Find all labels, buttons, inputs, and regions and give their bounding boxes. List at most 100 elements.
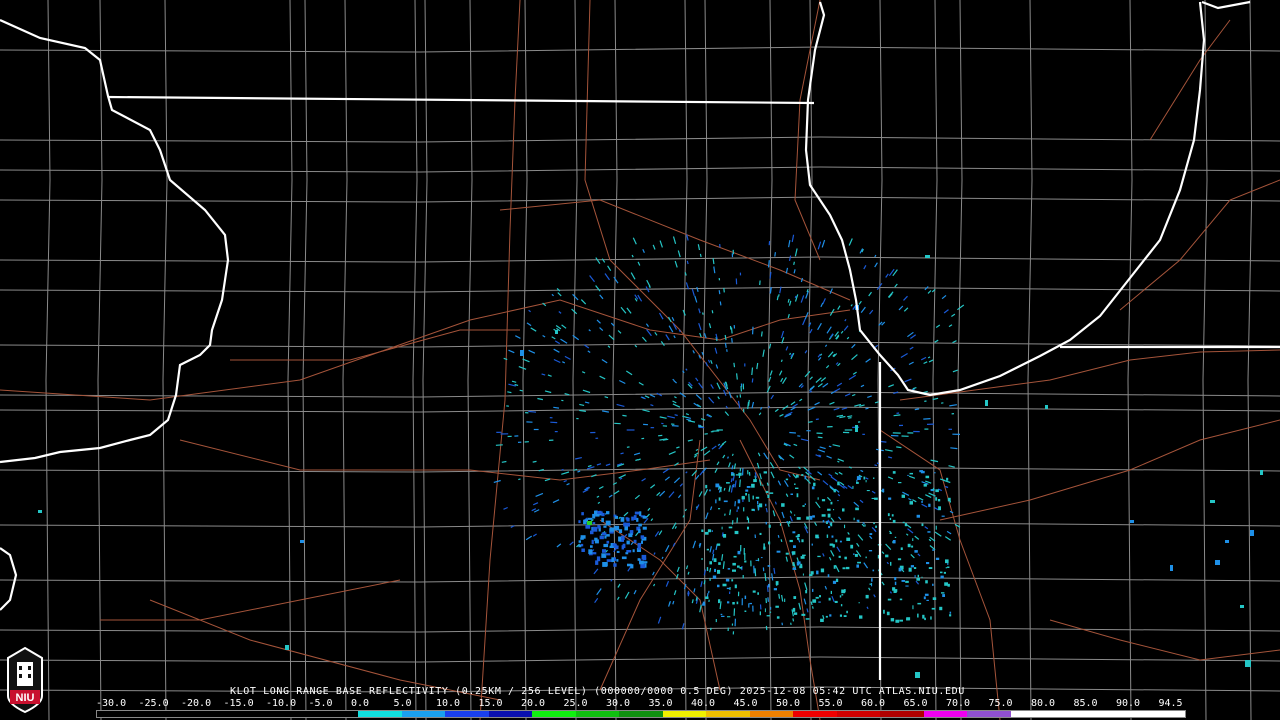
echo-pixel <box>776 582 778 586</box>
echo-pixel <box>713 558 717 562</box>
scale-label: 70.0 <box>946 698 971 709</box>
echo-pixel <box>637 544 641 550</box>
echo-pixel <box>588 549 593 554</box>
echo-pixel <box>618 529 623 533</box>
echo-pixel <box>733 362 736 368</box>
echo-pixel <box>731 520 734 525</box>
echo-pixel <box>784 598 786 602</box>
scale-label: 50.0 <box>776 698 801 709</box>
echo-pixel <box>605 520 611 526</box>
echo-pixel <box>821 499 826 502</box>
echo-pixel <box>855 425 858 432</box>
echo-pixel <box>815 418 819 421</box>
echo-pixel <box>729 509 732 516</box>
echo-pixel <box>501 460 507 463</box>
echo-pixel <box>626 517 630 522</box>
echo-pixel <box>728 526 733 529</box>
echo-pixel <box>707 529 712 533</box>
echo-pixel <box>839 595 842 598</box>
echo-pixel <box>757 505 760 510</box>
echo-pixel <box>914 550 918 553</box>
echo-pixel <box>882 488 885 493</box>
echo-pixel <box>754 568 757 577</box>
echo-pixel <box>721 526 723 530</box>
scale-swatch <box>1097 711 1142 717</box>
echo-pixel <box>916 577 920 581</box>
scale-label: 30.0 <box>606 698 631 709</box>
scale-swatch <box>793 711 837 717</box>
echo-pixel <box>808 421 813 423</box>
echo-pixel <box>777 534 780 538</box>
echo-pixel <box>797 538 800 540</box>
echo-pixel <box>769 271 772 279</box>
echo-pixel <box>817 497 819 500</box>
echo-pixel <box>780 539 783 543</box>
echo-pixel <box>553 406 560 409</box>
echo-pixel <box>869 533 873 535</box>
echo-pixel <box>637 558 640 561</box>
echo-pixel <box>592 552 597 555</box>
echo-pixel <box>793 596 797 599</box>
echo-pixel <box>907 543 911 548</box>
echo-pixel <box>718 290 721 295</box>
echo-pixel <box>620 452 624 455</box>
echo-pixel <box>797 534 800 537</box>
echo-pixel <box>601 553 607 558</box>
echo-pixel <box>886 611 890 616</box>
echo-pixel <box>947 563 949 565</box>
echo-pixel <box>714 568 716 572</box>
echo-pixel <box>896 446 902 449</box>
echo-pixel <box>727 616 731 618</box>
echo-pixel <box>825 615 828 618</box>
echo-pixel <box>718 508 721 510</box>
echo-pixel <box>911 545 914 548</box>
echo-pixel <box>854 554 858 557</box>
echo-pixel <box>614 525 620 531</box>
echo-pixel <box>943 571 946 574</box>
echo-pixel <box>285 645 289 650</box>
echo-pixel <box>751 378 754 383</box>
echo-pixel <box>745 493 747 496</box>
echo-pixel <box>892 519 896 523</box>
echo-pixel <box>915 672 920 678</box>
echo-pixel <box>633 539 637 544</box>
echo-pixel <box>856 476 861 480</box>
echo-pixel <box>841 594 844 596</box>
echo-pixel <box>805 590 808 594</box>
echo-pixel <box>950 447 958 450</box>
logo-text: NIU <box>16 692 35 704</box>
echo-pixel <box>801 539 804 543</box>
scale-swatch <box>575 711 620 717</box>
echo-pixel <box>831 535 834 538</box>
echo-pixel <box>741 496 745 500</box>
echo-pixel <box>873 477 875 479</box>
echo-pixel <box>706 567 709 571</box>
scale-swatch <box>184 711 228 717</box>
echo-pixel <box>621 556 627 560</box>
echo-pixel <box>751 508 755 511</box>
echo-pixel <box>725 578 730 582</box>
echo-pixel <box>578 540 581 543</box>
echo-pixel <box>639 511 642 517</box>
echo-pixel <box>839 614 842 617</box>
echo-pixel <box>947 566 950 568</box>
scale-label: 40.0 <box>691 698 716 709</box>
echo-pixel <box>792 607 796 612</box>
echo-pixel <box>581 548 585 552</box>
echo-pixel <box>874 497 878 500</box>
echo-pixel <box>804 475 807 480</box>
echo-pixel <box>793 261 795 266</box>
echo-pixel <box>828 597 831 601</box>
echo-pixel <box>519 389 523 392</box>
echo-pixel <box>739 479 741 488</box>
echo-pixel <box>763 471 767 474</box>
echo-pixel <box>820 568 825 573</box>
echo-pixel <box>638 523 642 527</box>
echo-pixel <box>909 501 913 505</box>
echo-pixel <box>789 352 792 356</box>
echo-pixel <box>735 474 739 476</box>
echo-pixel <box>904 523 907 527</box>
echo-pixel <box>612 543 616 547</box>
scale-swatch <box>619 711 663 717</box>
echo-pixel <box>800 556 805 559</box>
